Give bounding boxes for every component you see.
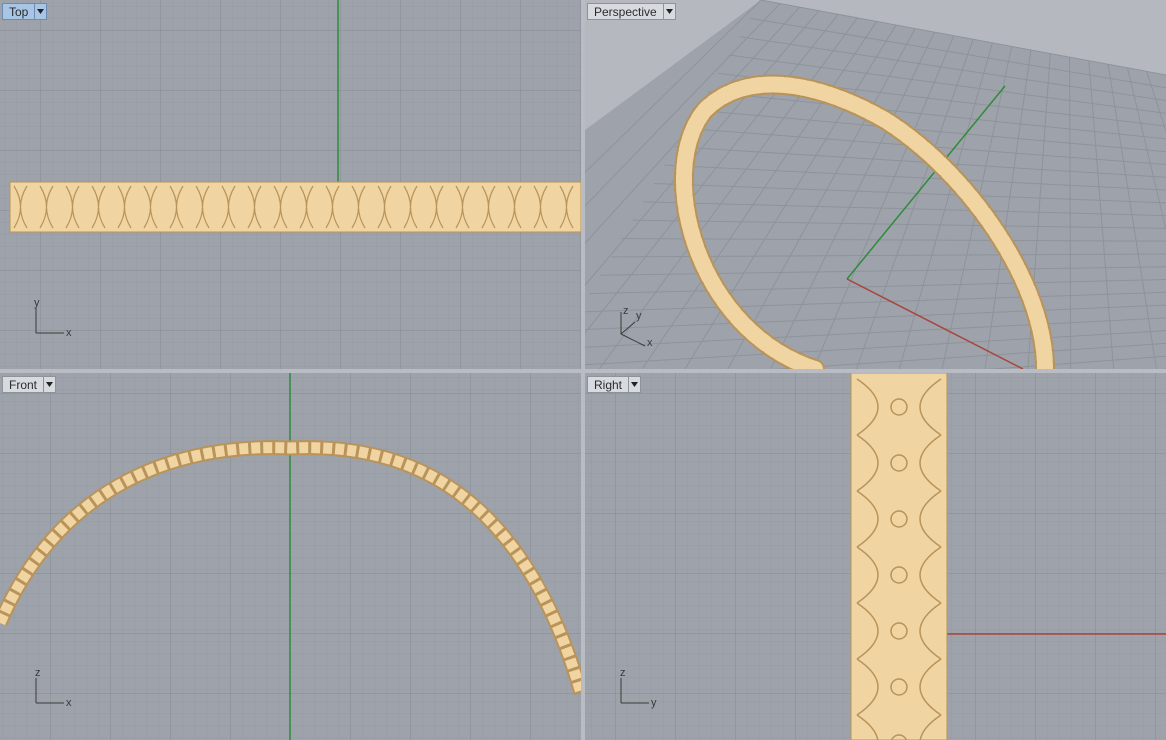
front-view-canvas[interactable]: x z [0,373,581,740]
right-view-canvas[interactable]: y z [585,373,1166,740]
axis-x-label: x [647,337,653,349]
viewport-right[interactable]: y z Right [585,373,1166,740]
viewport-top[interactable]: x y Top [0,0,581,369]
perspective-view-canvas[interactable]: x y z [585,0,1166,369]
rhino-four-viewport-layout: x y Top x y z Perspective x z Front y z … [0,0,1166,740]
top-view-canvas[interactable]: x y [0,0,581,369]
axis-z-label: z [35,667,41,679]
dropdown-arrow-icon[interactable] [43,376,57,393]
viewport-tab-right[interactable]: Right [587,376,642,393]
axis-y-label: y [34,297,40,309]
viewport-title[interactable]: Top [2,3,35,20]
axis-x-label: x [66,697,72,709]
top-band-model[interactable] [9,181,581,233]
viewport-title[interactable]: Front [2,376,44,393]
viewport-title[interactable]: Perspective [587,3,663,20]
viewport-title[interactable]: Right [587,376,629,393]
axis-y-label: y [651,697,657,709]
dropdown-arrow-icon[interactable] [628,376,642,393]
viewport-perspective[interactable]: x y z Perspective [585,0,1166,369]
right-band-model[interactable] [850,373,948,740]
viewport-tab-front[interactable]: Front [2,376,57,393]
axis-z-label: z [620,667,626,679]
axis-x-label: x [66,327,72,339]
axis-y-label: y [636,310,642,322]
dropdown-arrow-icon[interactable] [34,3,48,20]
viewport-tab-top[interactable]: Top [2,3,48,20]
viewport-front[interactable]: x z Front [0,373,581,740]
axis-z-label: z [623,305,629,317]
viewport-tab-perspective[interactable]: Perspective [587,3,676,20]
dropdown-arrow-icon[interactable] [662,3,676,20]
